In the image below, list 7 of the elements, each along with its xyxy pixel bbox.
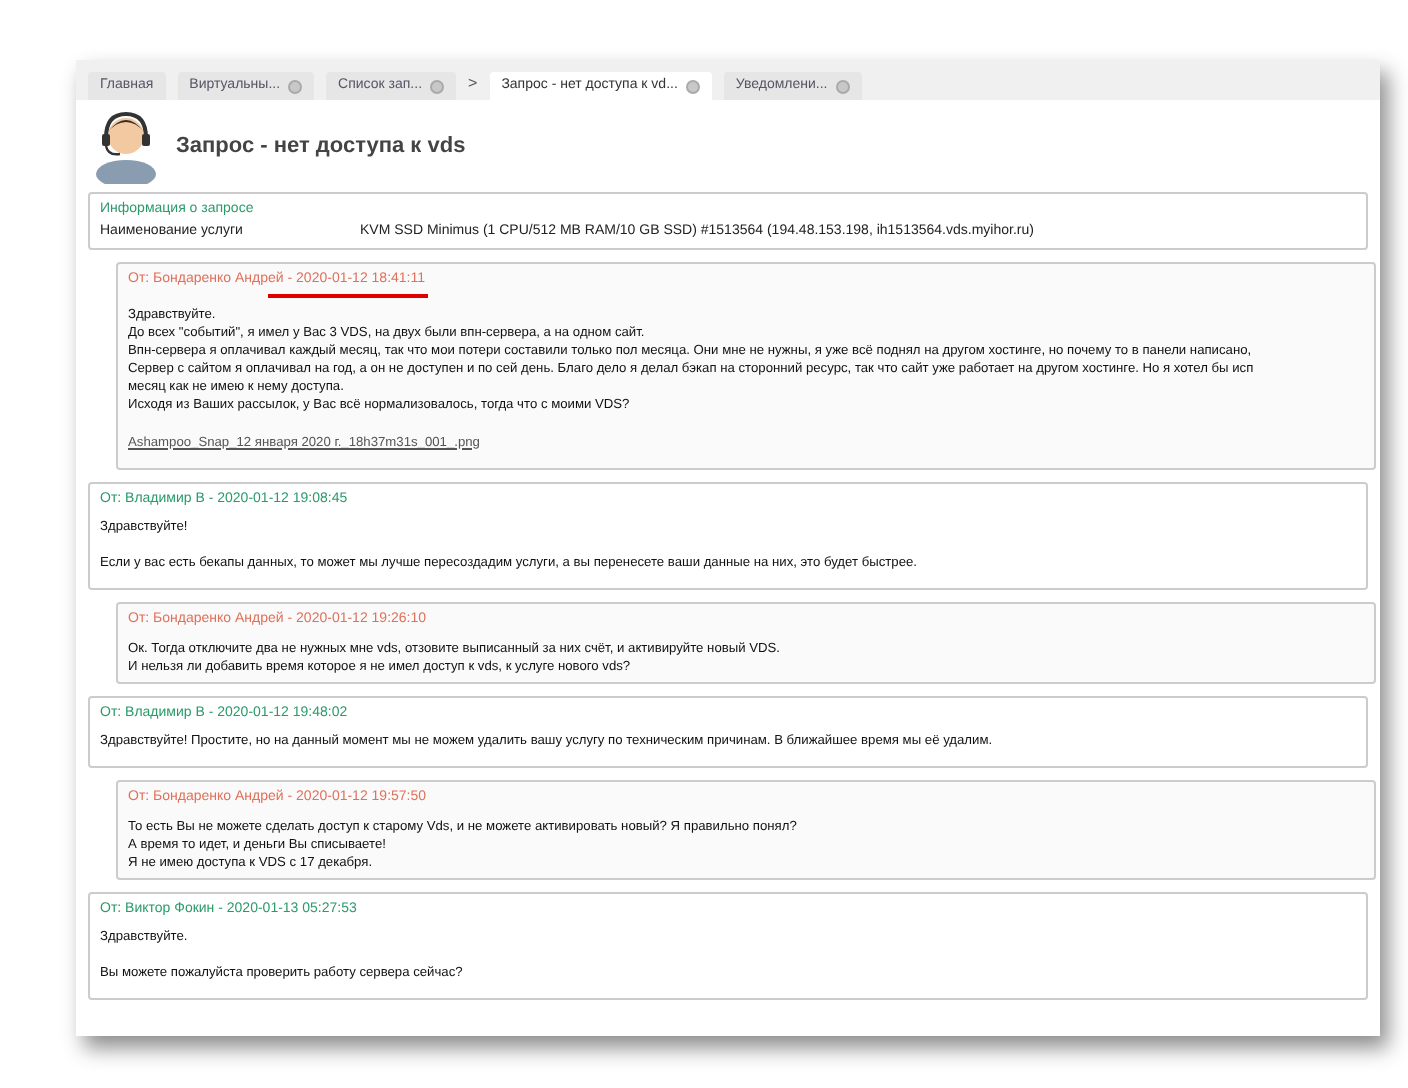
page-title: Запрос - нет доступа к vds bbox=[176, 131, 466, 162]
close-icon[interactable] bbox=[430, 79, 445, 93]
support-agent-icon bbox=[92, 108, 160, 184]
close-icon[interactable] bbox=[685, 79, 700, 93]
tab-scroll-arrow[interactable]: > bbox=[468, 72, 478, 96]
close-icon[interactable] bbox=[288, 79, 303, 93]
close-icon[interactable] bbox=[835, 79, 850, 93]
